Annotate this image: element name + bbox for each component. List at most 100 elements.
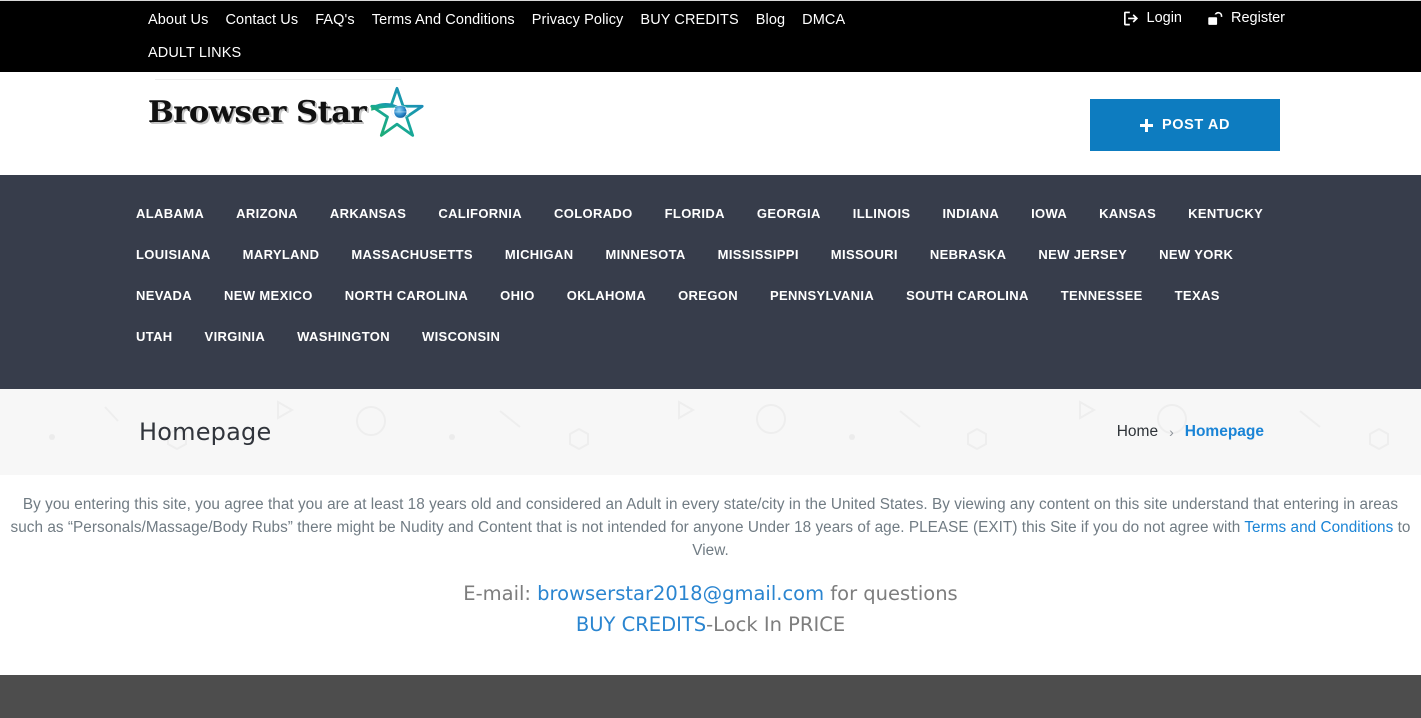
state-nav-link-georgia[interactable]: GEORGIA <box>741 193 837 234</box>
state-nav-item[interactable]: TENNESSEE <box>1045 275 1159 316</box>
state-nav-item[interactable]: TEXAS <box>1159 275 1236 316</box>
top-nav-item[interactable]: BUY CREDITS <box>640 9 755 32</box>
state-nav-link-washington[interactable]: WASHINGTON <box>281 316 406 357</box>
state-nav-item[interactable]: NEW YORK <box>1143 234 1249 275</box>
state-nav-link-maryland[interactable]: MARYLAND <box>227 234 336 275</box>
state-nav-item[interactable]: MARYLAND <box>227 234 336 275</box>
email-link[interactable]: browserstar2018@gmail.com <box>537 582 824 605</box>
state-nav-item[interactable]: INDIANA <box>926 193 1015 234</box>
state-nav-link-texas[interactable]: TEXAS <box>1159 275 1236 316</box>
buy-credits-link[interactable]: BUY CREDITS <box>576 613 706 636</box>
state-nav-item[interactable]: COLORADO <box>538 193 649 234</box>
top-nav-link-buy-credits[interactable]: BUY CREDITS <box>640 9 752 32</box>
state-nav-link-mississippi[interactable]: MISSISSIPPI <box>702 234 815 275</box>
top-nav-link-adult-links[interactable]: ADULT LINKS <box>148 32 255 65</box>
state-nav-link-nebraska[interactable]: NEBRASKA <box>914 234 1022 275</box>
state-nav-item[interactable]: MASSACHUSETTS <box>335 234 489 275</box>
state-nav-item[interactable]: UTAH <box>120 316 189 357</box>
state-nav-link-colorado[interactable]: COLORADO <box>538 193 649 234</box>
top-nav-item[interactable]: About Us <box>148 9 225 32</box>
state-nav-link-arkansas[interactable]: ARKANSAS <box>314 193 422 234</box>
state-nav-link-oregon[interactable]: OREGON <box>662 275 754 316</box>
state-nav-link-new-york[interactable]: NEW YORK <box>1143 234 1249 275</box>
state-nav-link-tennessee[interactable]: TENNESSEE <box>1045 275 1159 316</box>
top-nav-item[interactable]: Blog <box>756 9 802 32</box>
state-nav-link-nevada[interactable]: NEVADA <box>120 275 208 316</box>
top-nav-item[interactable]: FAQ's <box>315 9 372 32</box>
state-nav-item[interactable]: IOWA <box>1015 193 1083 234</box>
top-nav-link-terms-and-conditions[interactable]: Terms And Conditions <box>372 9 529 32</box>
state-nav-item[interactable]: ARIZONA <box>220 193 314 234</box>
state-nav-link-iowa[interactable]: IOWA <box>1015 193 1083 234</box>
state-nav-item[interactable]: ALABAMA <box>120 193 220 234</box>
state-nav-link-arizona[interactable]: ARIZONA <box>220 193 314 234</box>
state-nav-item[interactable]: MISSISSIPPI <box>702 234 815 275</box>
state-nav-link-pennsylvania[interactable]: PENNSYLVANIA <box>754 275 890 316</box>
top-nav-link-faqs[interactable]: FAQ's <box>315 9 369 32</box>
breadcrumb-current-homepage[interactable]: Homepage <box>1185 424 1264 440</box>
state-nav-link-alabama[interactable]: ALABAMA <box>120 193 220 234</box>
state-nav-link-minnesota[interactable]: MINNESOTA <box>589 234 701 275</box>
state-nav-item[interactable]: SOUTH CAROLINA <box>890 275 1045 316</box>
state-nav-link-illinois[interactable]: ILLINOIS <box>837 193 927 234</box>
state-nav-item[interactable]: WASHINGTON <box>281 316 406 357</box>
state-nav-item[interactable]: MISSOURI <box>815 234 914 275</box>
disclaimer-terms-link[interactable]: Terms and Conditions <box>1244 519 1393 536</box>
state-nav-item[interactable]: WISCONSIN <box>406 316 516 357</box>
state-nav-link-kentucky[interactable]: KENTUCKY <box>1172 193 1279 234</box>
credits-suffix-label: -Lock In PRICE <box>706 613 846 636</box>
top-nav-link-blog[interactable]: Blog <box>756 9 799 32</box>
state-nav-link-louisiana[interactable]: LOUISIANA <box>120 234 227 275</box>
top-nav-link-privacy-policy[interactable]: Privacy Policy <box>532 9 638 32</box>
state-nav-item[interactable]: NEW MEXICO <box>208 275 329 316</box>
state-nav-item[interactable]: ARKANSAS <box>314 193 422 234</box>
top-nav-item[interactable]: ADULT LINKS <box>148 32 258 65</box>
state-nav-link-south-carolina[interactable]: SOUTH CAROLINA <box>890 275 1045 316</box>
state-nav-item[interactable]: NEBRASKA <box>914 234 1022 275</box>
state-nav-link-california[interactable]: CALIFORNIA <box>422 193 538 234</box>
state-nav-item[interactable]: VIRGINIA <box>189 316 282 357</box>
state-nav-item[interactable]: KENTUCKY <box>1172 193 1279 234</box>
state-nav-item[interactable]: MICHIGAN <box>489 234 590 275</box>
state-nav-item[interactable]: ILLINOIS <box>837 193 927 234</box>
state-nav-item[interactable]: OHIO <box>484 275 551 316</box>
top-nav-item[interactable]: Privacy Policy <box>532 9 641 32</box>
state-nav-link-michigan[interactable]: MICHIGAN <box>489 234 590 275</box>
state-nav-item[interactable]: KANSAS <box>1083 193 1172 234</box>
state-nav-item[interactable]: GEORGIA <box>741 193 837 234</box>
state-nav-link-wisconsin[interactable]: WISCONSIN <box>406 316 516 357</box>
state-nav-link-oklahoma[interactable]: OKLAHOMA <box>551 275 662 316</box>
state-nav-item[interactable]: MINNESOTA <box>589 234 701 275</box>
top-nav-link-dmca[interactable]: DMCA <box>802 9 859 32</box>
state-nav-item[interactable]: NORTH CAROLINA <box>329 275 484 316</box>
site-logo[interactable]: Browser Star <box>148 85 426 141</box>
state-nav-link-kansas[interactable]: KANSAS <box>1083 193 1172 234</box>
state-nav-link-utah[interactable]: UTAH <box>120 316 189 357</box>
login-button[interactable]: Login <box>1123 11 1182 26</box>
state-nav-link-missouri[interactable]: MISSOURI <box>815 234 914 275</box>
state-nav-link-massachusetts[interactable]: MASSACHUSETTS <box>335 234 489 275</box>
post-ad-button[interactable]: POST AD <box>1090 99 1280 151</box>
state-nav-link-virginia[interactable]: VIRGINIA <box>189 316 282 357</box>
state-nav-link-new-mexico[interactable]: NEW MEXICO <box>208 275 329 316</box>
state-nav-item[interactable]: LOUISIANA <box>120 234 227 275</box>
state-nav-item[interactable]: NEVADA <box>120 275 208 316</box>
top-nav-item[interactable]: DMCA <box>802 9 862 32</box>
state-nav-link-florida[interactable]: FLORIDA <box>649 193 741 234</box>
state-nav-item[interactable]: FLORIDA <box>649 193 741 234</box>
state-nav-item[interactable]: OREGON <box>662 275 754 316</box>
top-nav-link-contact-us[interactable]: Contact Us <box>225 9 312 32</box>
state-nav-link-north-carolina[interactable]: NORTH CAROLINA <box>329 275 484 316</box>
top-nav-item[interactable]: Contact Us <box>225 9 315 32</box>
state-nav-link-new-jersey[interactable]: NEW JERSEY <box>1022 234 1143 275</box>
register-button[interactable]: Register <box>1208 11 1285 26</box>
breadcrumb-link-home[interactable]: Home <box>1117 424 1158 440</box>
state-nav-item[interactable]: NEW JERSEY <box>1022 234 1143 275</box>
state-nav-item[interactable]: CALIFORNIA <box>422 193 538 234</box>
top-nav-link-about-us[interactable]: About Us <box>148 9 222 32</box>
state-nav-item[interactable]: PENNSYLVANIA <box>754 275 890 316</box>
state-nav-item[interactable]: OKLAHOMA <box>551 275 662 316</box>
state-nav-link-indiana[interactable]: INDIANA <box>926 193 1015 234</box>
state-nav-link-ohio[interactable]: OHIO <box>484 275 551 316</box>
top-nav-item[interactable]: Terms And Conditions <box>372 9 532 32</box>
